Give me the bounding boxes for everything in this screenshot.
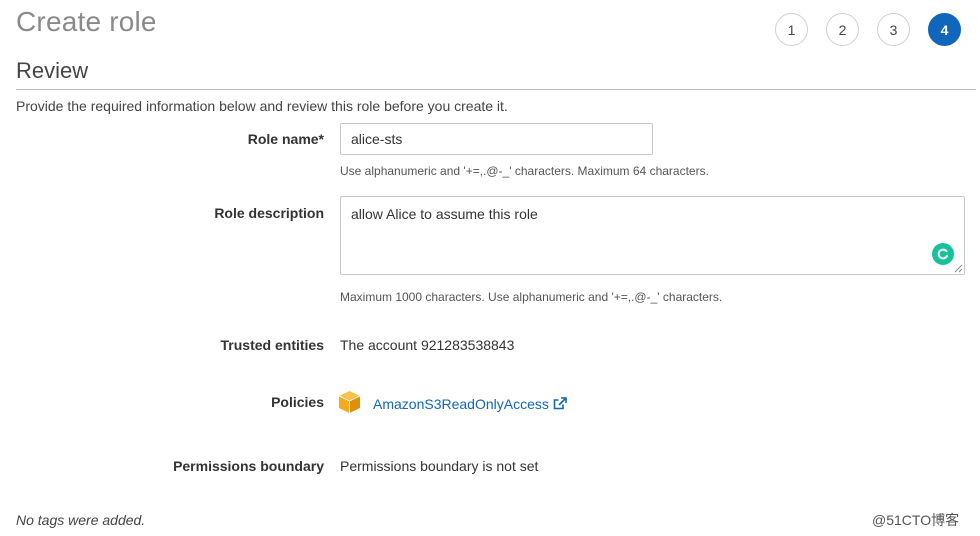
trusted-entities-label: Trusted entities xyxy=(220,337,324,353)
role-name-input[interactable] xyxy=(340,123,653,155)
grammarly-icon[interactable] xyxy=(932,243,954,265)
review-intro-text: Provide the required information below a… xyxy=(16,98,508,114)
step-1-button[interactable]: 1 xyxy=(775,13,808,46)
role-description-hint: Maximum 1000 characters. Use alphanumeri… xyxy=(340,290,723,304)
aws-policy-cube-icon xyxy=(338,391,361,413)
step-3-button[interactable]: 3 xyxy=(877,13,910,46)
policies-label: Policies xyxy=(271,394,324,410)
resize-handle-icon[interactable] xyxy=(954,264,963,273)
watermark-text: @51CTO博客 xyxy=(872,512,960,528)
role-description-field: allow Alice to assume this role xyxy=(340,196,965,275)
role-description-label: Role description xyxy=(214,205,324,221)
trusted-entities-value: The account 921283538843 xyxy=(340,337,515,353)
section-title-review: Review xyxy=(16,58,89,83)
external-link-icon xyxy=(553,397,567,410)
create-role-page: Create role 1 2 3 4 Review Provide the r… xyxy=(0,0,980,536)
permissions-boundary-value: Permissions boundary is not set xyxy=(340,458,539,474)
permissions-boundary-label: Permissions boundary xyxy=(173,458,324,474)
page-title: Create role xyxy=(16,6,157,37)
policy-link-amazons3readonlyaccess[interactable]: AmazonS3ReadOnlyAccess xyxy=(373,396,567,412)
role-name-label: Role name* xyxy=(247,131,324,147)
role-name-hint: Use alphanumeric and '+=,.@-_' character… xyxy=(340,164,709,178)
no-tags-text: No tags were added. xyxy=(16,512,146,528)
step-4-button-active[interactable]: 4 xyxy=(928,13,961,46)
role-description-textarea[interactable]: allow Alice to assume this role xyxy=(341,197,964,274)
step-2-button[interactable]: 2 xyxy=(826,13,859,46)
policy-link-label: AmazonS3ReadOnlyAccess xyxy=(373,396,549,412)
wizard-steps: 1 2 3 4 xyxy=(775,13,961,46)
section-divider xyxy=(16,89,976,90)
